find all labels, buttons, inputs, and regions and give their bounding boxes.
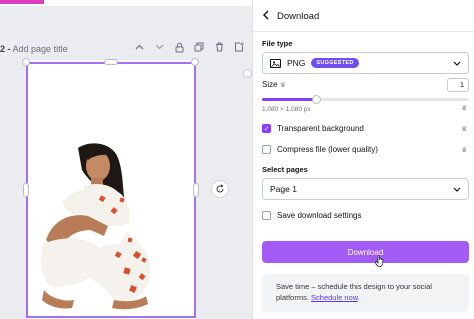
page-number: 2 - xyxy=(0,44,11,54)
download-panel: Download File type PNG SUGGESTED Size ♛ … xyxy=(252,0,474,319)
page-title-placeholder[interactable]: Add page title xyxy=(13,44,68,54)
select-pages-value: Page 1 xyxy=(270,184,297,194)
select-pages-label: Select pages xyxy=(262,165,308,174)
transparent-bg-row[interactable]: ✓ Transparent background xyxy=(262,124,364,133)
resize-handle-top-left[interactable] xyxy=(22,58,30,66)
save-settings-row[interactable]: Save download settings xyxy=(262,211,362,220)
resize-handle-right[interactable] xyxy=(193,183,199,197)
compress-checkbox[interactable] xyxy=(262,145,271,154)
file-type-value: PNG xyxy=(287,58,306,68)
size-slider-fill xyxy=(262,98,316,101)
back-arrow-icon[interactable] xyxy=(262,9,270,22)
resize-handle-top-right[interactable] xyxy=(191,58,199,66)
top-strip xyxy=(0,0,252,6)
rotate-icon[interactable] xyxy=(211,180,229,198)
size-slider[interactable] xyxy=(262,95,469,104)
crown-icon: ♛ xyxy=(461,126,468,133)
hand-cursor-icon xyxy=(375,255,385,270)
page-toolbar xyxy=(133,40,245,54)
crown-icon: ♛ xyxy=(279,82,287,89)
crown-icon: ♛ xyxy=(461,147,468,154)
crown-icon: ♛ xyxy=(461,105,468,112)
download-button[interactable]: Download xyxy=(262,241,469,263)
info-period: . xyxy=(357,293,360,302)
chevron-up-icon[interactable] xyxy=(133,40,145,54)
panel-title: Download xyxy=(277,11,320,22)
transparent-bg-label: Transparent background xyxy=(277,124,364,133)
add-page-icon[interactable] xyxy=(233,40,245,54)
resize-handle-top[interactable] xyxy=(104,59,118,65)
duplicate-icon[interactable] xyxy=(193,40,205,54)
transparent-bg-checkbox[interactable]: ✓ xyxy=(262,124,271,133)
chevron-down-icon[interactable] xyxy=(153,40,165,54)
size-input[interactable]: 1 xyxy=(447,78,469,92)
chevron-down-icon xyxy=(453,59,461,68)
trash-icon[interactable] xyxy=(213,40,225,54)
save-settings-checkbox[interactable] xyxy=(262,211,271,220)
file-type-label: File type xyxy=(262,39,293,48)
page-title-row[interactable]: 2 - Add page title xyxy=(0,44,68,54)
size-label: Size xyxy=(262,80,278,89)
schedule-info-box: Save time – schedule this design to your… xyxy=(262,274,469,312)
accent-bar xyxy=(0,0,44,4)
file-type-select[interactable]: PNG SUGGESTED xyxy=(262,52,469,74)
resize-handle-left[interactable] xyxy=(23,183,29,197)
panel-header: Download xyxy=(253,0,474,32)
image-file-icon xyxy=(270,58,281,68)
size-slider-knob[interactable] xyxy=(311,95,321,104)
dimensions-text: 1,080 × 1,080 px xyxy=(262,106,311,113)
save-settings-label: Save download settings xyxy=(277,211,362,220)
select-pages-dropdown[interactable]: Page 1 xyxy=(262,178,469,200)
editor-area: 2 - Add page title xyxy=(0,0,252,319)
side-handle[interactable] xyxy=(243,69,252,78)
selection-frame xyxy=(26,62,196,318)
chevron-down-icon xyxy=(453,185,461,194)
compress-row[interactable]: Compress file (lower quality) xyxy=(262,145,378,154)
size-row[interactable]: Size ♛ xyxy=(262,80,286,89)
compress-label: Compress file (lower quality) xyxy=(277,145,378,154)
schedule-now-link[interactable]: Schedule now xyxy=(311,293,358,302)
suggested-badge: SUGGESTED xyxy=(311,58,359,68)
lock-icon[interactable] xyxy=(173,40,185,54)
